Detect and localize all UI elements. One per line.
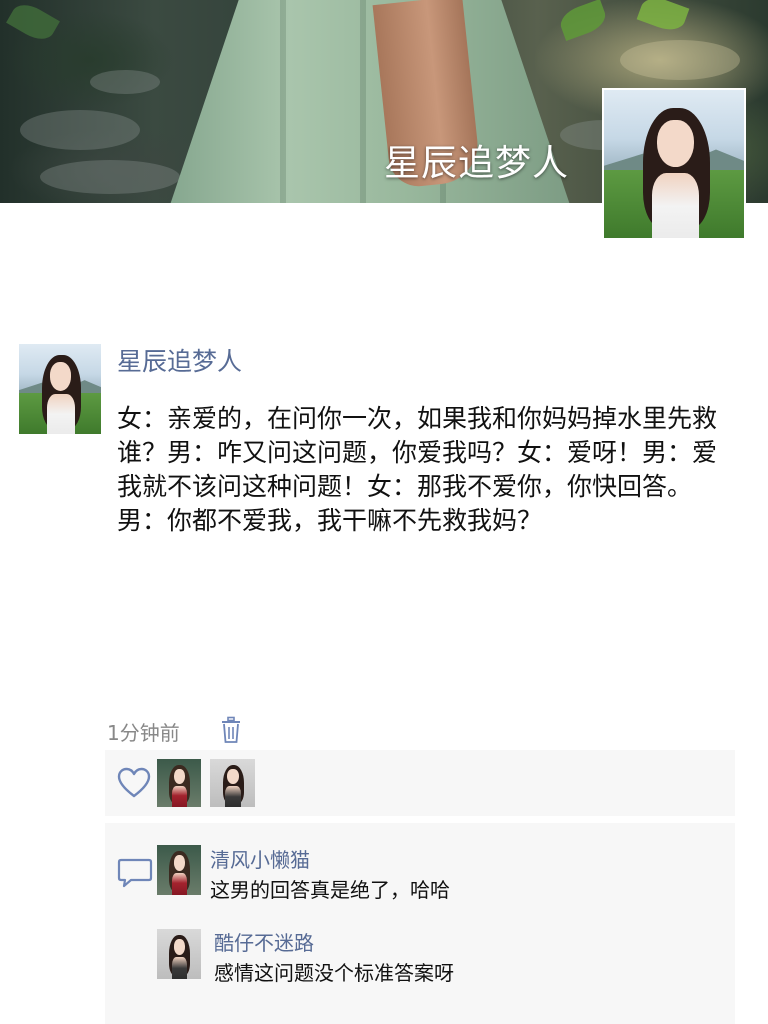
post-timestamp: 1分钟前	[107, 721, 180, 745]
post-content: 女：亲爱的，在问你一次，如果我和你妈妈掉水里先救谁？男：咋又问这问题，你爱我吗？…	[117, 404, 718, 535]
heart-icon	[117, 767, 151, 798]
comment-avatar[interactable]	[157, 929, 201, 979]
like-avatar[interactable]	[157, 759, 201, 807]
comment-author[interactable]: 酷仔不迷路	[214, 927, 314, 956]
profile-avatar[interactable]	[602, 88, 746, 240]
comment-text: 感情这问题没个标准答案呀	[214, 961, 454, 985]
comment-avatar[interactable]	[157, 845, 201, 895]
comment-icon	[117, 858, 153, 888]
post-author-name[interactable]: 星辰追梦人	[117, 342, 242, 378]
comment-author[interactable]: 清风小懒猫	[210, 844, 310, 873]
comment-text: 这男的回答真是绝了，哈哈	[210, 878, 450, 902]
post-author-avatar[interactable]	[19, 344, 101, 434]
profile-name: 星辰追梦人	[384, 143, 570, 184]
like-avatar[interactable]	[210, 759, 255, 807]
trash-icon[interactable]	[220, 716, 242, 744]
